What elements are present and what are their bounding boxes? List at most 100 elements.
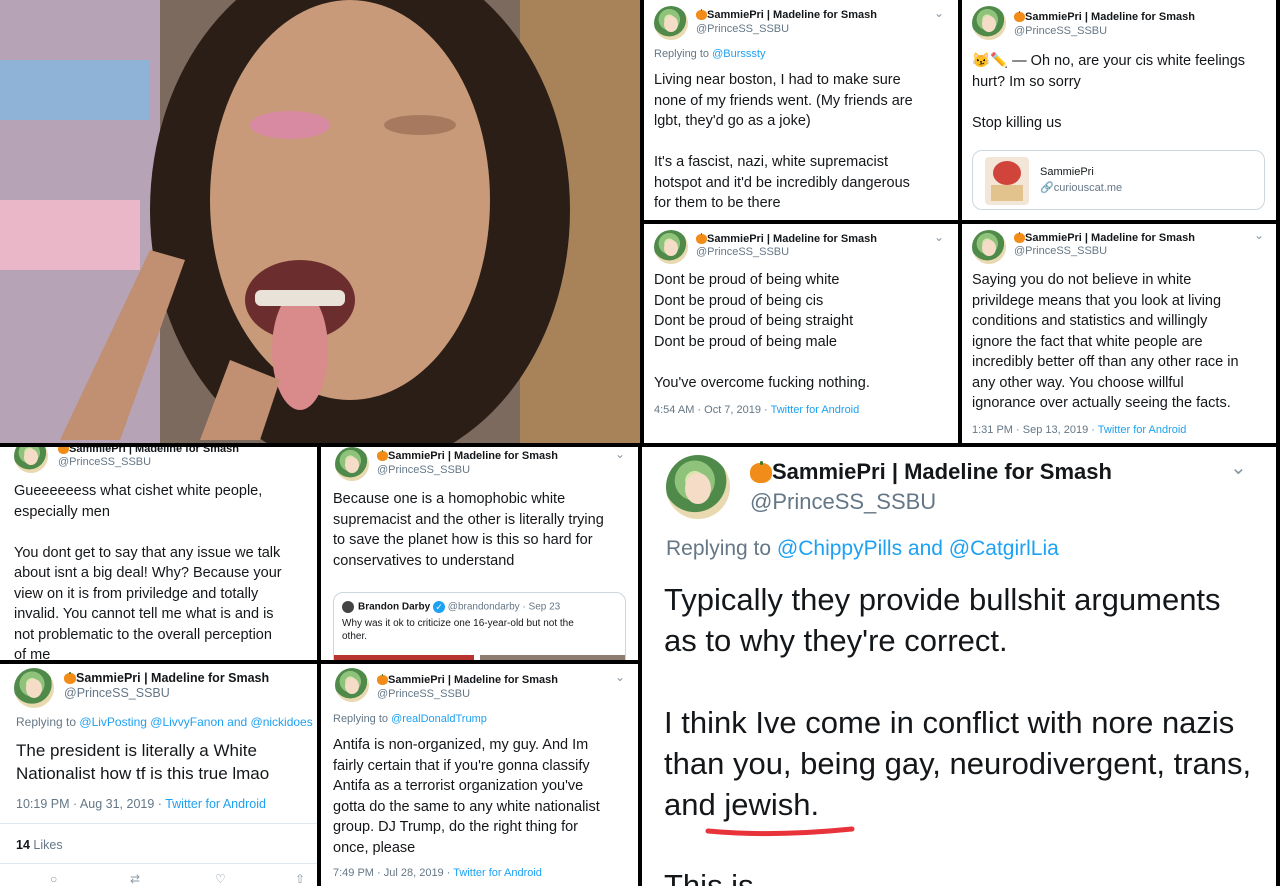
display-name[interactable]: SammiePri | Madeline for Smash [64, 671, 269, 685]
retweet-icon[interactable]: ⇄ [130, 872, 140, 886]
replying-to: Replying to @ChippyPills and @CatgirlLia [666, 537, 1059, 560]
anime-hair-icon [993, 161, 1021, 185]
divider [0, 863, 317, 864]
avatar[interactable] [14, 668, 54, 708]
tweet-cis-feelings[interactable]: SammiePri | Madeline for Smash @PrinceSS… [962, 0, 1276, 220]
user-handle[interactable]: @PrinceSS_SSBU [696, 23, 789, 35]
pumpkin-icon [377, 673, 388, 686]
user-handle[interactable]: @PrinceSS_SSBU [64, 686, 170, 700]
tweet-quote-darby[interactable]: SammiePri | Madeline for Smash @PrinceSS… [321, 447, 638, 660]
user-handle[interactable]: @PrinceSS_SSBU [377, 464, 470, 476]
display-name[interactable]: SammiePri | Madeline for Smash [696, 8, 877, 21]
tweet-text: Living near boston, I had to make sure n… [654, 72, 913, 211]
source-link[interactable]: Twitter for Android [165, 797, 266, 811]
card-link: 🔗curiouscat.me [1040, 182, 1123, 194]
pumpkin-icon [1014, 231, 1025, 244]
red-underline-annotation [705, 826, 855, 837]
display-name[interactable]: SammiePri | Madeline for Smash [750, 459, 1112, 485]
like-icon[interactable]: ♡ [215, 872, 226, 886]
quote-text: Why was it ok to criticize one 16-year-o… [342, 618, 574, 642]
pumpkin-icon [64, 671, 76, 685]
quote-header: Brandon Darby ✓ @brandondarby · Sep 23 [358, 601, 561, 613]
quote-image-left [334, 655, 474, 660]
pumpkin-icon [1014, 10, 1025, 23]
tweet-boston[interactable]: SammiePri | Madeline for Smash @PrinceSS… [644, 0, 958, 220]
likes-count[interactable]: 14 Likes [16, 838, 63, 852]
tweet-text-cutoff: This is ... [664, 868, 789, 886]
avatar[interactable] [335, 668, 369, 702]
tweet-text: Antifa is non-organized, my guy. And Im … [333, 737, 600, 856]
tweet-text: Typically they provide bullshit argument… [664, 582, 1252, 822]
curiouscat-card[interactable]: SammiePri 🔗curiouscat.me [972, 150, 1265, 210]
reply-user-link[interactable]: @Bursssty [712, 48, 765, 60]
display-name[interactable]: SammiePri | Madeline for Smash [696, 232, 877, 245]
share-icon[interactable]: ⇧ [295, 872, 305, 886]
avatar[interactable] [666, 455, 730, 519]
chevron-down-icon[interactable]: ⌄ [1230, 455, 1247, 480]
display-name[interactable]: SammiePri | Madeline for Smash [377, 673, 558, 686]
tweet-conflict-nazis[interactable]: SammiePri | Madeline for Smash @PrinceSS… [642, 447, 1276, 886]
tweet-timestamp: 4:54 AM · Oct 7, 2019 · Twitter for Andr… [654, 404, 860, 416]
tweet-timestamp: 10:19 PM · Aug 31, 2019 · Twitter for An… [16, 797, 266, 811]
avatar[interactable] [972, 230, 1006, 264]
replying-to: Replying to @Bursssty [654, 48, 766, 60]
display-name[interactable]: SammiePri | Madeline for Smash [58, 447, 239, 455]
reply-icon[interactable]: ○ [50, 872, 57, 886]
tweet-text: Dont be proud of being white Dont be pro… [654, 272, 870, 391]
user-handle[interactable]: @PrinceSS_SSBU [696, 246, 789, 258]
source-link[interactable]: Twitter for Android [771, 404, 860, 416]
chevron-down-icon[interactable]: ⌄ [934, 6, 944, 20]
source-link[interactable]: Twitter for Android [1098, 424, 1187, 436]
avatar[interactable] [654, 6, 688, 40]
replying-to: Replying to @realDonaldTrump [333, 713, 487, 725]
tweet-timestamp: 1:31 PM · Sep 13, 2019 · Twitter for And… [972, 424, 1187, 436]
display-name[interactable]: SammiePri | Madeline for Smash [377, 449, 558, 462]
display-name[interactable]: SammiePri | Madeline for Smash [1014, 231, 1195, 244]
tweet-antifa[interactable]: SammiePri | Madeline for Smash @PrinceSS… [321, 664, 638, 886]
avatar[interactable] [335, 447, 369, 481]
tweet-timestamp: 7:49 PM · Jul 28, 2019 · Twitter for And… [333, 867, 542, 879]
screenshot-collage: SammiePri | Madeline for Smash @PrinceSS… [0, 0, 1280, 886]
tweet-white-privilege[interactable]: SammiePri | Madeline for Smash @PrinceSS… [962, 224, 1276, 443]
user-handle[interactable]: @PrinceSS_SSBU [1014, 25, 1107, 37]
source-link[interactable]: Twitter for Android [453, 867, 542, 879]
link-icon: 🔗 [1040, 182, 1054, 194]
reply-user-link[interactable]: @realDonaldTrump [391, 713, 487, 725]
replying-to: Replying to @LivPosting @LivvyFanon and … [16, 715, 313, 729]
emoji-cat-pencil-icon: 😼✏️ [972, 53, 1009, 69]
tweet-text: The president is literally a White Natio… [16, 741, 270, 783]
card-title: SammiePri [1040, 166, 1094, 178]
divider [0, 823, 317, 824]
quote-image-right [480, 655, 625, 660]
reply-users-link[interactable]: @ChippyPills and @CatgirlLia [777, 537, 1059, 560]
tweet-text: Saying you do not believe in white privi… [972, 272, 1239, 411]
chevron-down-icon[interactable]: ⌄ [615, 670, 625, 684]
user-handle[interactable]: @PrinceSS_SSBU [1014, 245, 1107, 257]
user-handle[interactable]: @PrinceSS_SSBU [750, 489, 936, 515]
card-thumbnail [985, 157, 1029, 205]
avatar[interactable] [14, 447, 48, 473]
chevron-down-icon[interactable]: ⌄ [934, 230, 944, 244]
reply-users-link[interactable]: @LivPosting @LivvyFanon and @nickidoes [79, 715, 312, 729]
verified-badge-icon: ✓ [433, 601, 446, 613]
chevron-down-icon[interactable]: ⌄ [1254, 228, 1264, 242]
avatar[interactable] [654, 230, 688, 264]
tweet-dont-be-proud[interactable]: SammiePri | Madeline for Smash @PrinceSS… [644, 224, 958, 443]
chevron-down-icon[interactable]: ⌄ [615, 447, 625, 461]
tweet-text: Gueeeeeess what cishet white people, esp… [14, 483, 282, 660]
display-name[interactable]: SammiePri | Madeline for Smash [1014, 10, 1195, 23]
pumpkin-icon [696, 232, 707, 245]
pumpkin-icon [750, 460, 772, 484]
tweet-text: Because one is a homophobic white suprem… [333, 491, 604, 569]
tweet-cishet[interactable]: SammiePri | Madeline for Smash @PrinceSS… [0, 447, 317, 660]
tweet-president[interactable]: SammiePri | Madeline for Smash @PrinceSS… [0, 664, 317, 886]
pumpkin-icon [696, 8, 707, 21]
pumpkin-icon [377, 449, 388, 462]
tweet-text: 😼✏️ — Oh no, are your cis white feelings… [972, 53, 1246, 131]
user-handle[interactable]: @PrinceSS_SSBU [58, 456, 151, 468]
avatar[interactable] [972, 6, 1006, 40]
user-handle[interactable]: @PrinceSS_SSBU [377, 688, 470, 700]
pumpkin-icon [58, 447, 69, 455]
quoted-tweet[interactable]: Brandon Darby ✓ @brandondarby · Sep 23 W… [333, 592, 626, 660]
selfie-photo [0, 0, 640, 443]
